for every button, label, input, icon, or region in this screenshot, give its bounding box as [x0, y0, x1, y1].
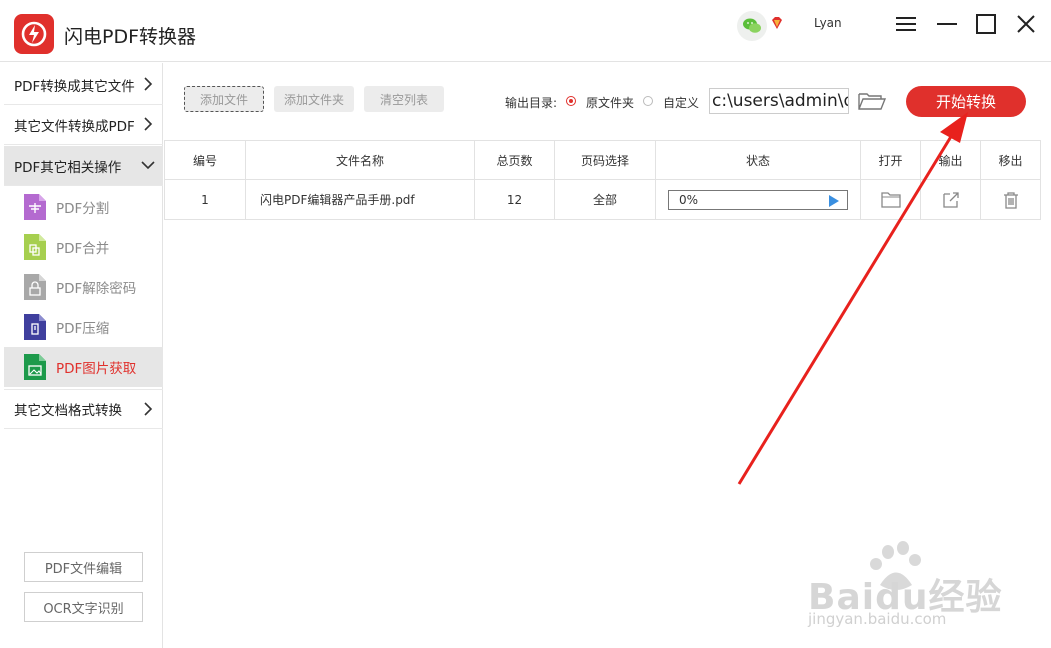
nav-category-other-formats[interactable]: 其它文档格式转换	[4, 389, 163, 429]
row-page-count: 12	[474, 179, 555, 220]
col-header-status: 状态	[655, 140, 861, 180]
export-icon[interactable]	[941, 191, 961, 209]
add-folder-button[interactable]: 添加文件夹	[274, 86, 354, 112]
nav-item-pdf-compress[interactable]: PDF压缩	[4, 307, 163, 347]
col-header-range: 页码选择	[554, 140, 656, 180]
chevron-down-icon	[141, 161, 155, 170]
nav-item-label: PDF压缩	[56, 321, 110, 337]
output-path-input[interactable]: c:\users\admin\d	[709, 88, 849, 114]
app-logo-icon	[14, 14, 54, 54]
nav-category-pdf-to-other[interactable]: PDF转换成其它文件	[4, 65, 163, 105]
row-page-range[interactable]: 全部	[554, 179, 656, 220]
nav-category-other-to-pdf[interactable]: 其它文件转换成PDF	[4, 105, 163, 145]
nav-item-pdf-image-extract[interactable]: PDF图片获取	[4, 347, 163, 387]
nav-category-label: 其它文件转换成PDF	[14, 118, 135, 135]
radio-original-folder[interactable]	[566, 96, 576, 106]
nav-item-pdf-unlock[interactable]: PDF解除密码	[4, 267, 163, 307]
chevron-right-icon	[144, 77, 153, 91]
nav-item-label: PDF解除密码	[56, 281, 137, 297]
minimize-icon[interactable]	[935, 12, 959, 36]
start-convert-button[interactable]: 开始转换	[906, 86, 1026, 117]
col-header-pages: 总页数	[474, 140, 555, 180]
progress-bar: 0%	[668, 189, 848, 210]
menu-icon[interactable]	[894, 12, 918, 36]
watermark-url: jingyan.baidu.com	[808, 610, 947, 628]
app-title: 闪电PDF转换器	[64, 26, 197, 48]
nav-item-pdf-split[interactable]: PDF分割	[4, 187, 163, 227]
vip-gem-icon[interactable]	[770, 16, 784, 30]
unlock-file-icon	[24, 274, 46, 300]
wechat-icon[interactable]	[737, 11, 767, 41]
baidu-watermark: Baidu经验 jingyan.baidu.com	[808, 540, 1048, 640]
trash-icon[interactable]	[1001, 191, 1021, 209]
table-row[interactable]: 1 闪电PDF编辑器产品手册.pdf 12 全部 0%	[164, 179, 1041, 220]
chevron-right-icon	[144, 402, 153, 416]
row-index: 1	[164, 179, 246, 220]
nav-category-label: PDF其它相关操作	[14, 159, 122, 176]
nav-item-pdf-merge[interactable]: PDF合并	[4, 227, 163, 267]
nav-category-pdf-other-ops[interactable]: PDF其它相关操作	[4, 146, 163, 186]
merge-file-icon	[24, 234, 46, 260]
col-header-output: 输出	[920, 140, 981, 180]
maximize-icon[interactable]	[974, 12, 998, 36]
nav-item-label: PDF合并	[56, 241, 110, 257]
ocr-button[interactable]: OCR文字识别	[24, 592, 143, 622]
clear-list-button[interactable]: 清空列表	[364, 86, 444, 112]
nav-item-label: PDF图片获取	[56, 361, 137, 377]
compress-file-icon	[24, 314, 46, 340]
col-header-open: 打开	[860, 140, 921, 180]
nav-category-label: 其它文档格式转换	[14, 403, 122, 419]
title-bar: 闪电PDF转换器 Lyan	[0, 0, 1051, 62]
chevron-right-icon	[144, 117, 153, 131]
table-header-row: 编号 文件名称 总页数 页码选择 状态 打开 输出 移出	[164, 140, 1041, 180]
play-icon[interactable]	[829, 194, 839, 207]
radio-custom[interactable]	[643, 96, 653, 106]
pdf-edit-button[interactable]: PDF文件编辑	[24, 552, 143, 582]
radio-original-folder-label[interactable]: 原文件夹	[586, 94, 634, 111]
col-header-name: 文件名称	[245, 140, 475, 180]
folder-open-icon[interactable]	[880, 191, 901, 209]
col-header-remove: 移出	[980, 140, 1041, 180]
output-dir-label: 输出目录:	[505, 96, 558, 110]
username[interactable]: Lyan	[814, 16, 842, 30]
row-remove-cell[interactable]	[980, 179, 1041, 220]
row-output-cell[interactable]	[920, 179, 981, 220]
row-open-cell[interactable]	[860, 179, 921, 220]
nav-category-label: PDF转换成其它文件	[14, 78, 135, 95]
col-header-index: 编号	[164, 140, 246, 180]
file-table: 编号 文件名称 总页数 页码选择 状态 打开 输出 移出 1 闪电PDF编辑器产…	[164, 140, 1041, 220]
split-file-icon	[24, 194, 46, 220]
progress-text: 0%	[679, 192, 699, 207]
add-file-button[interactable]: 添加文件	[184, 86, 264, 112]
row-status-cell: 0%	[655, 179, 861, 220]
sidebar: PDF转换成其它文件 其它文件转换成PDF PDF其它相关操作 PDF分割 PD…	[4, 63, 163, 648]
browse-folder-icon[interactable]	[857, 90, 887, 112]
close-icon[interactable]	[1014, 12, 1038, 36]
image-file-icon	[24, 354, 46, 380]
nav-item-label: PDF分割	[56, 201, 110, 217]
radio-custom-label[interactable]: 自定义	[663, 94, 699, 111]
row-file-name: 闪电PDF编辑器产品手册.pdf	[245, 179, 475, 220]
